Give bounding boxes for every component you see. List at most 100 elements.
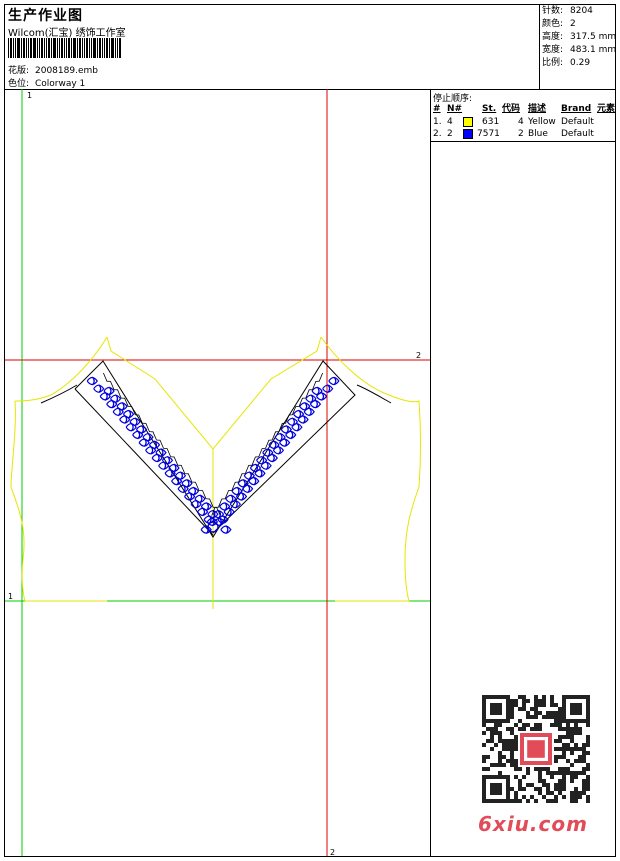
- barcode-icon: [8, 38, 142, 58]
- stat-label: 颜色:: [542, 19, 564, 29]
- embroidery-edge: [103, 372, 221, 516]
- embroidery-motif: [194, 494, 206, 504]
- embroidery-motif: [200, 502, 213, 511]
- embroidery-motif: [293, 409, 305, 419]
- stat-value: 483.1 mm: [570, 45, 617, 55]
- header-info: 生产作业图 Wilcom(汇宝) 绣饰工作室 花版: 2008189.emb 色位…: [5, 5, 540, 89]
- stat-value: 0.29: [570, 58, 591, 68]
- embroidery-motif: [129, 417, 141, 427]
- embroidery-motif: [145, 445, 157, 455]
- guide-label-red-bottom: 2: [330, 848, 335, 856]
- embroidery-motif: [116, 401, 128, 411]
- company-name: Wilcom(汇宝) 绣饰工作室: [8, 28, 126, 39]
- stats-panel: 针数: 8204 颜色: 2 高度: 317.5 mm 宽度: 483.1 mm 比例:…: [540, 5, 617, 89]
- design-canvas: 1 1 2 2: [5, 89, 430, 857]
- sheet-title: 生产作业图: [8, 8, 83, 24]
- qr-code-icon: [482, 695, 590, 803]
- stop-sequence-row: 1. 4 631 4 Yellow Default: [433, 116, 616, 128]
- embroidery-motif: [155, 448, 167, 458]
- col-header: Brand: [561, 104, 592, 114]
- embroidery-motif: [322, 384, 334, 394]
- stat-label: 比例:: [542, 58, 564, 68]
- stat-label: 高度:: [542, 32, 564, 42]
- embroidery-motif: [135, 425, 148, 434]
- design-file-value: 2008189.emb: [35, 66, 98, 76]
- row-brand: Default: [561, 129, 594, 139]
- color-swatch-yellow: [463, 117, 473, 127]
- embroidery-motif: [151, 453, 163, 463]
- row-num: 1.: [433, 117, 442, 127]
- embroidery-motif: [299, 401, 311, 411]
- design-file-row: 花版: 2008189.emb: [8, 63, 98, 76]
- color-swatch-blue: [463, 129, 473, 139]
- embroidery-motif: [187, 486, 200, 496]
- embroidery-motif: [286, 417, 299, 427]
- row-desc: Blue: [528, 129, 548, 139]
- garment-outline: [10, 336, 421, 609]
- embroidery-motif: [132, 430, 144, 440]
- sheet-header: 生产作业图 Wilcom(汇宝) 绣饰工作室 花版: 2008189.emb 色位…: [5, 5, 617, 90]
- embroidery-motif: [110, 394, 122, 404]
- stat-label: 针数:: [542, 6, 564, 16]
- embroidery-motif: [99, 391, 111, 401]
- embroidery-motif: [138, 438, 150, 448]
- neckline-curve: [40, 384, 392, 404]
- embroidery-motif: [106, 399, 118, 409]
- embroidery-motif: [125, 422, 137, 432]
- stat-value: 2: [570, 19, 576, 29]
- embroidery-edge: [211, 372, 323, 516]
- embroidery-motif: [161, 455, 174, 465]
- design-preview: 1 1 2 2: [5, 89, 430, 857]
- row-stitches: 631: [482, 117, 500, 127]
- row-num: 2.: [433, 129, 442, 139]
- stat-width: 宽度: 483.1 mm: [540, 44, 617, 57]
- col-header: 代码: [502, 104, 521, 114]
- watermark-brand: 6xiu.com: [478, 812, 588, 836]
- col-header: N#: [447, 104, 463, 114]
- row-desc: Yellow: [528, 117, 556, 127]
- row-needle: 2: [447, 129, 453, 139]
- guide-label-green-left: 1: [8, 592, 13, 601]
- guide-label-red-right: 2: [416, 351, 421, 360]
- colorway-row: 色位: Colorway 1: [8, 76, 85, 89]
- stop-sequence-header: # N# St. 代码 描述 Brand 元素: [433, 103, 616, 115]
- embroidery-motif: [122, 409, 135, 419]
- embroidery-motif: [103, 386, 115, 396]
- embroidery-motif: [305, 394, 317, 404]
- embroidery-motif: [328, 376, 340, 386]
- guide-label-green-top: 1: [27, 91, 32, 100]
- col-header: 元素: [597, 104, 616, 114]
- row-stitches: 7571: [477, 129, 500, 139]
- design-file-label: 花版:: [8, 66, 30, 76]
- stat-value: 8204: [570, 6, 593, 16]
- embroidery-motif: [219, 502, 231, 511]
- embroidery-motif: [93, 384, 105, 394]
- colorway-label: 色位:: [8, 79, 30, 89]
- stat-height: 高度: 317.5 mm: [540, 31, 617, 44]
- stop-sequence-table: 停止顺序: # N# St. 代码 描述 Brand 元素 1. 4 631 4…: [431, 89, 616, 142]
- stat-scale: 比例: 0.29: [540, 57, 615, 70]
- stat-stitches: 针数: 8204: [540, 5, 615, 18]
- embroidery-motif: [280, 425, 292, 434]
- embroidery-motif: [142, 432, 154, 442]
- stop-sequence-row: 2. 2 7571 2 Blue Default: [433, 128, 616, 140]
- row-brand: Default: [561, 117, 594, 127]
- embroidery-motif: [86, 376, 98, 386]
- embroidery-motif: [220, 525, 232, 535]
- embroidery-motif: [256, 455, 268, 465]
- row-needle: 4: [447, 117, 453, 127]
- col-header: 描述: [528, 104, 547, 114]
- stat-value: 317.5 mm: [570, 32, 617, 42]
- embroidery-motif: [112, 407, 124, 417]
- col-header: St.: [482, 104, 497, 114]
- stat-colors: 颜色: 2: [540, 18, 615, 31]
- row-code: 2: [518, 129, 524, 139]
- embroidery-motif: [119, 415, 131, 424]
- embroidery-motif: [225, 494, 237, 504]
- embroidery-motif: [148, 440, 161, 450]
- row-code: 4: [518, 117, 524, 127]
- embroidery-motif: [181, 478, 193, 488]
- stat-label: 宽度:: [542, 45, 564, 55]
- v-panel-edge: [74, 388, 214, 536]
- col-header: #: [433, 104, 441, 114]
